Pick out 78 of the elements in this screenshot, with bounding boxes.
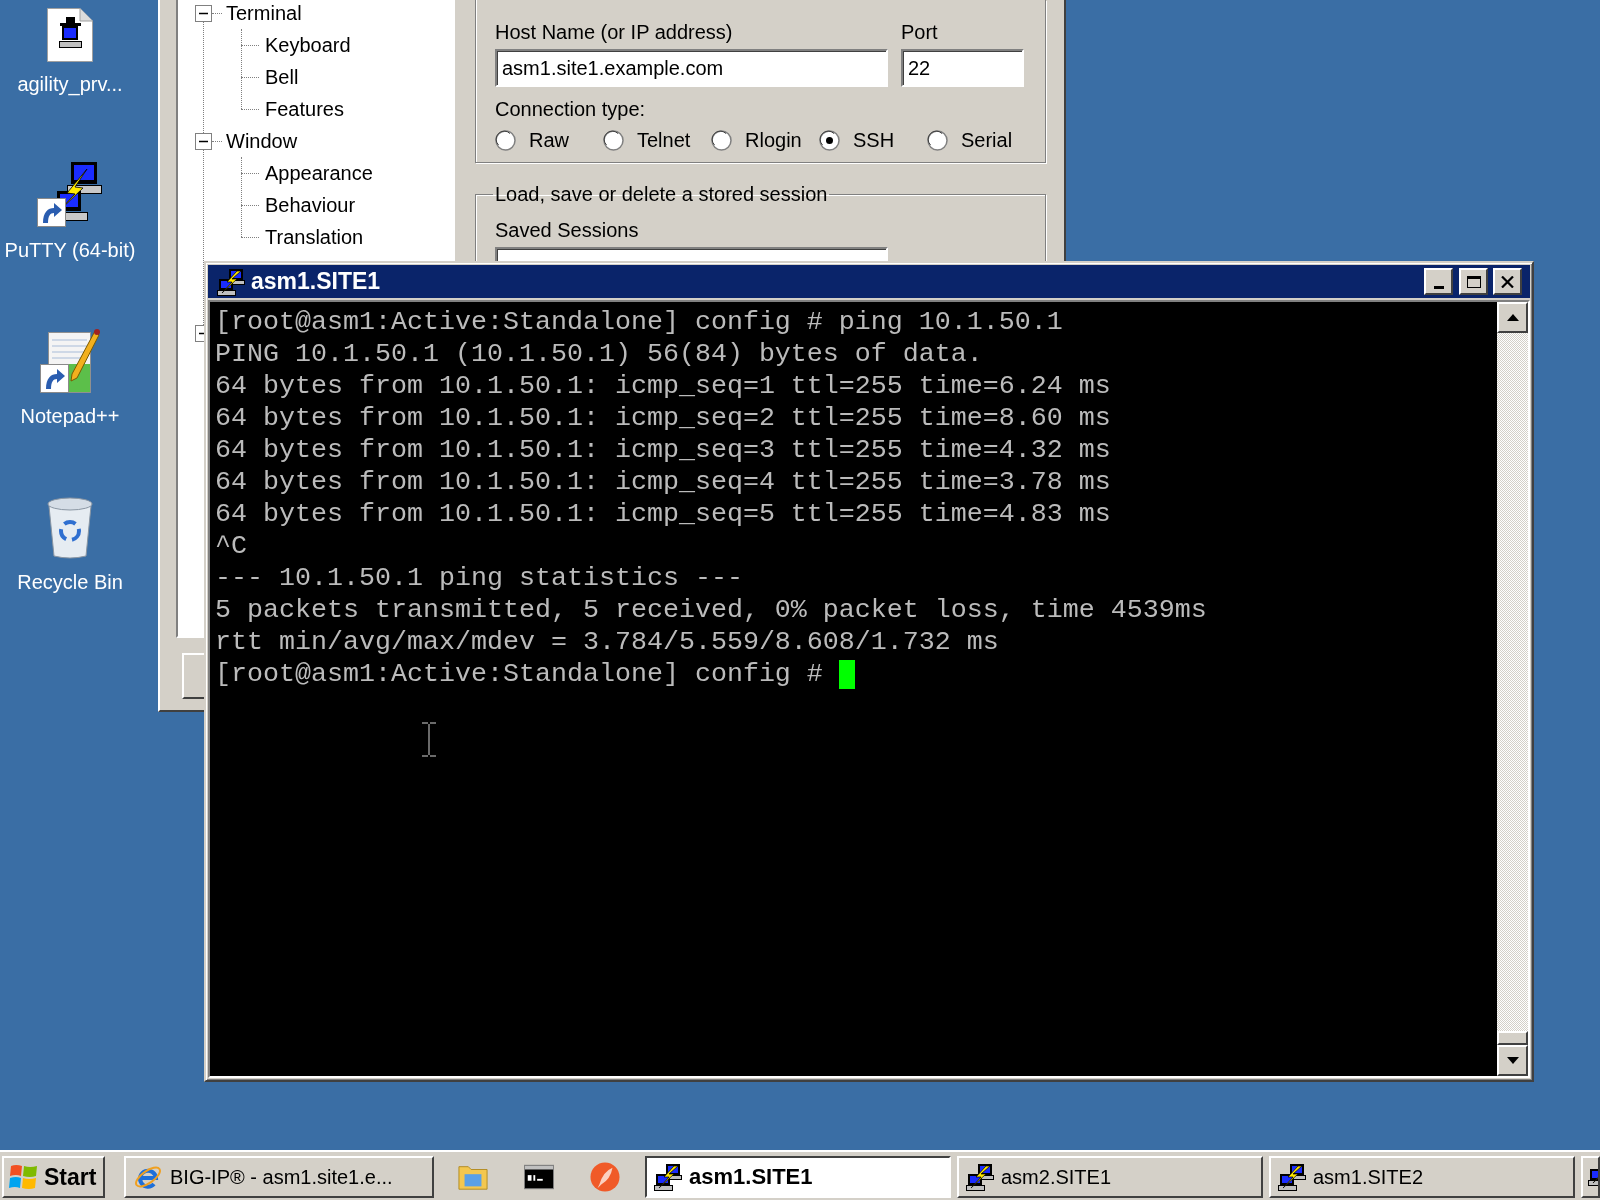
- document-icon[interactable]: [47, 8, 93, 62]
- tree-item[interactable]: Terminal: [226, 1, 302, 25]
- terminal-line: 64 bytes from 10.1.50.1: icmp_seq=5 ttl=255 time=4.83 ms: [215, 498, 1111, 530]
- collapse-icon[interactable]: [195, 132, 212, 150]
- computer-lightning-icon: [966, 1163, 994, 1191]
- host-input[interactable]: asm1.site1.example.com: [495, 49, 888, 87]
- start-button[interactable]: Start: [2, 1156, 105, 1198]
- radio-option[interactable]: Telnet: [603, 128, 691, 152]
- feather-icon: [590, 1161, 620, 1193]
- group-title: Load, save or delete a stored session: [494, 182, 829, 206]
- tree-item[interactable]: Translation: [265, 225, 364, 249]
- tree-item[interactable]: Window: [226, 129, 298, 153]
- field-label: Connection type:: [495, 97, 646, 121]
- taskbar-button[interactable]: [1581, 1156, 1600, 1198]
- terminal-line: 64 bytes from 10.1.50.1: icmp_seq=1 ttl=255 time=6.24 ms: [215, 370, 1111, 402]
- maximize-icon: [1466, 275, 1481, 288]
- desktop-icon-label[interactable]: agility_prv...: [17, 72, 123, 96]
- taskbar-button[interactable]: asm1.SITE2: [1269, 1156, 1575, 1198]
- scrollbar-thumb[interactable]: [1497, 1031, 1528, 1045]
- tree-item[interactable]: Behaviour: [265, 193, 356, 217]
- close-icon: [1501, 275, 1514, 288]
- collapse-icon[interactable]: [195, 324, 204, 342]
- desktop-icon-label[interactable]: Recycle Bin: [17, 570, 123, 594]
- terminal-line: rtt min/avg/max/mdev = 3.784/5.559/8.608/1.732 ms: [215, 626, 999, 658]
- down-arrow-icon: [1506, 1057, 1519, 1064]
- maximize-button[interactable]: [1459, 268, 1488, 295]
- field-label: Host Name (or IP address): [495, 20, 734, 44]
- close-button[interactable]: [1493, 268, 1522, 295]
- terminal-line: [root@asm1:Active:Standalone] config #: [215, 658, 823, 690]
- terminal-line: 64 bytes from 10.1.50.1: icmp_seq=2 ttl=255 time=8.60 ms: [215, 402, 1111, 434]
- desktop-icon-label[interactable]: PuTTY (64-bit): [4, 238, 136, 262]
- minimize-button[interactable]: [1424, 268, 1453, 295]
- console-icon: [524, 1164, 554, 1190]
- computer-lightning-icon: [1278, 1163, 1306, 1191]
- minimize-icon: [1433, 286, 1444, 289]
- computer-lightning-shortcut-icon[interactable]: [37, 161, 103, 228]
- terminal-line: [root@asm1:Active:Standalone] config # ping 10.1.50.1: [215, 306, 1063, 338]
- field-label: Port: [901, 20, 939, 44]
- taskbar-button[interactable]: BIG-IP® - asm1.site1.e...: [124, 1156, 434, 1198]
- radio-icon[interactable]: [603, 129, 624, 151]
- tree-item[interactable]: Keyboard: [265, 33, 351, 57]
- terminal-line: 64 bytes from 10.1.50.1: icmp_seq=4 ttl=255 time=3.78 ms: [215, 466, 1111, 498]
- computer-lightning-icon: [654, 1163, 682, 1191]
- scroll-down-button[interactable]: [1497, 1045, 1528, 1076]
- taskbar-button[interactable]: asm2.SITE1: [957, 1156, 1263, 1198]
- terminal-line: PING 10.1.50.1 (10.1.50.1) 56(84) bytes of data.: [215, 338, 983, 370]
- collapse-icon[interactable]: [195, 4, 212, 22]
- folder-icon: [458, 1163, 488, 1191]
- window-title: asm1.SITE1: [251, 268, 381, 295]
- terminal-line: 64 bytes from 10.1.50.1: icmp_seq=3 ttl=255 time=4.32 ms: [215, 434, 1111, 466]
- flag-icon: [9, 1163, 39, 1191]
- notepad-pencil-shortcut-icon[interactable]: [40, 328, 100, 394]
- radio-icon[interactable]: [927, 129, 948, 151]
- computer-lightning-icon: [1588, 1168, 1598, 1186]
- radio-option[interactable]: Rlogin: [711, 128, 802, 152]
- tree-item[interactable]: Appearance: [265, 161, 373, 185]
- session-name-input[interactable]: [495, 247, 888, 261]
- computer-lightning-icon[interactable]: [217, 267, 245, 296]
- tree-item[interactable]: Bell: [265, 65, 299, 89]
- radio-icon[interactable]: [495, 129, 516, 151]
- radio-option[interactable]: Serial: [927, 128, 1013, 152]
- tree-item[interactable]: Features: [265, 97, 344, 121]
- port-input[interactable]: 22: [901, 49, 1024, 87]
- terminal-line: --- 10.1.50.1 ping statistics ---: [215, 562, 743, 594]
- radio-option[interactable]: Raw: [495, 128, 569, 152]
- taskbar-button[interactable]: asm1.SITE1: [645, 1156, 951, 1198]
- field-label: Saved Sessions: [495, 218, 639, 242]
- desktop-icon-label[interactable]: Notepad++: [20, 404, 120, 428]
- terminal-line: ^C: [215, 530, 247, 562]
- recycle-bin-icon[interactable]: [46, 497, 94, 560]
- dialog-button[interactable]: [182, 653, 204, 699]
- terminal-line: 5 packets transmitted, 5 received, 0% packet loss, time 4539ms: [215, 594, 1207, 626]
- ibeam-pointer-icon: [421, 722, 437, 757]
- scroll-up-button[interactable]: [1497, 302, 1528, 333]
- radio-icon[interactable]: [711, 129, 732, 151]
- radio-option[interactable]: SSH: [819, 128, 895, 152]
- up-arrow-icon: [1506, 314, 1519, 321]
- radio-icon[interactable]: [819, 129, 840, 151]
